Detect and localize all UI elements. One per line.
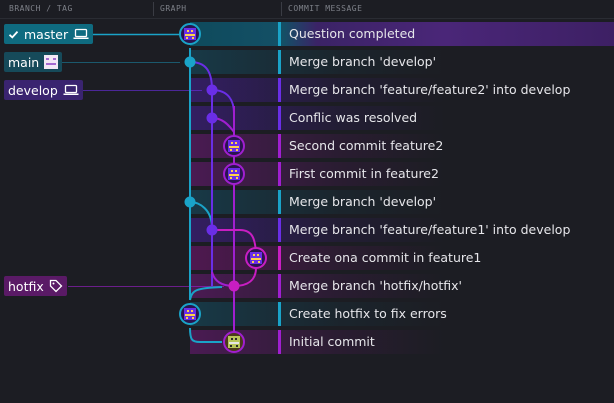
branch-tag-master[interactable]: master <box>4 24 94 44</box>
commit-dot[interactable] <box>228 280 240 292</box>
laptop-icon <box>63 84 79 95</box>
commit-dot[interactable] <box>206 224 218 236</box>
laptop-icon <box>73 28 89 39</box>
branch-tag-label: main <box>8 54 40 70</box>
commit-dot[interactable] <box>184 196 196 208</box>
avatar-icon <box>44 55 59 69</box>
commit-avatar[interactable] <box>245 247 267 269</box>
branch-tag-label: master <box>24 26 69 42</box>
tag-icon <box>49 279 63 293</box>
branch-tag-label: hotfix <box>8 278 44 294</box>
commit-avatar[interactable] <box>179 23 201 45</box>
commit-dot[interactable] <box>206 84 218 96</box>
checkmark-icon <box>8 30 19 39</box>
commit-avatar[interactable] <box>179 303 201 325</box>
branch-tag-label: develop <box>8 82 58 98</box>
commit-dot[interactable] <box>206 112 218 124</box>
hotfix-merge-line <box>189 286 223 301</box>
commit-avatar[interactable] <box>223 331 245 353</box>
develop-lane <box>189 61 213 286</box>
branch-tag-main[interactable]: main <box>4 52 63 72</box>
commit-graph <box>62 23 267 353</box>
commit-dot[interactable] <box>184 56 196 68</box>
branch-tag-develop[interactable]: develop <box>4 80 83 100</box>
main-lane-curve <box>189 327 222 343</box>
commit-avatar[interactable] <box>223 135 245 157</box>
branch-tag-hotfix[interactable]: hotfix <box>4 276 67 296</box>
commit-avatar[interactable] <box>223 163 245 185</box>
